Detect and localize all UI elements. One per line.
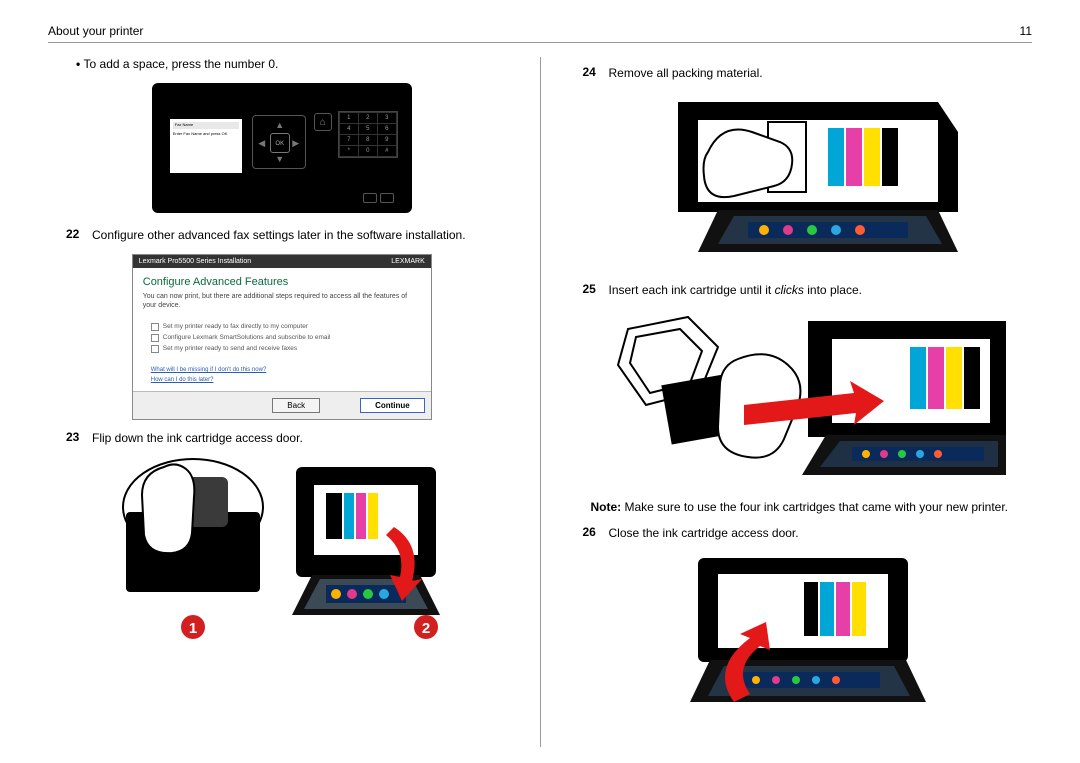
dpad-up-icon: ▲ [274, 119, 286, 131]
continue-button: Continue [360, 398, 425, 413]
page: About your printer 11 To add a space, pr… [0, 0, 1080, 763]
step-22: 22 Configure other advanced fax settings… [66, 227, 516, 244]
step-24: 24 Remove all packing material. [583, 65, 1033, 82]
step-25-number: 25 [583, 282, 601, 299]
dialog-brand: LEXMARK [391, 258, 424, 265]
checkbox-icon [151, 334, 159, 342]
keypad: 1 2 3 4 5 6 7 8 9 * 0 # [338, 111, 398, 158]
key-3: 3 [378, 113, 396, 123]
right-column: 24 Remove all packing material. [541, 57, 1033, 747]
note-four-cartridges: Note: Make sure to use the four ink cart… [591, 499, 1033, 516]
figure-step23-row: 1 [48, 457, 516, 640]
key-8: 8 [359, 135, 377, 145]
figure-close-door [565, 552, 1033, 722]
step-26: 26 Close the ink cartridge access door. [583, 525, 1033, 542]
two-column-layout: To add a space, press the number 0. Fax … [48, 57, 1032, 747]
step-26-text: Close the ink cartridge access door. [609, 525, 1033, 542]
step-22-number: 22 [66, 227, 84, 244]
figure-flip-door-printer: 2 [286, 457, 446, 640]
bullet-add-space: To add a space, press the number 0. [76, 57, 516, 71]
header-title: About your printer [48, 24, 143, 38]
dialog-link-1: What will I be missing if I don't do thi… [151, 366, 413, 376]
page-number: 11 [1020, 24, 1032, 38]
note-text: Make sure to use the four ink cartridges… [621, 500, 1008, 514]
panel-dpad-group: ▲ ▼ ◀ ▶ OK [252, 115, 306, 169]
dialog-links: What will I be missing if I don't do thi… [133, 360, 431, 391]
key-1: 1 [340, 113, 358, 123]
dialog-options: Set my printer ready to fax directly to … [133, 316, 431, 360]
dialog-subtext: You can now print, but there are additio… [133, 292, 431, 316]
screen-hint: Enter Fax Name and press OK [173, 132, 239, 137]
step-23-text: Flip down the ink cartridge access door. [92, 430, 516, 447]
key-7: 7 [340, 135, 358, 145]
dialog-titlebar: Lexmark Pro5500 Series Installation LEXM… [133, 255, 431, 268]
dialog-button-row: Back Continue [133, 391, 431, 419]
note-label: Note: [591, 500, 622, 514]
key-hash: # [378, 146, 396, 156]
key-4: 4 [340, 124, 358, 134]
step-25: 25 Insert each ink cartridge until it cl… [583, 282, 1033, 299]
step-23: 23 Flip down the ink cartridge access do… [66, 430, 516, 447]
panel-side-buttons [363, 193, 394, 203]
dialog-link-2: How can I do this later? [151, 376, 413, 386]
figure-software-dialog: Lexmark Pro5500 Series Installation LEXM… [132, 254, 432, 420]
dpad: ▲ ▼ ◀ ▶ OK [252, 115, 306, 169]
step-23-number: 23 [66, 430, 84, 447]
marker-1: 1 [189, 620, 197, 637]
figure-flip-door-hand: 1 [118, 457, 268, 640]
screen-title: Fax Name [173, 122, 239, 129]
key-star: * [340, 146, 358, 156]
dialog-heading: Configure Advanced Features [133, 268, 431, 292]
dialog-opt-1: Set my printer ready to fax directly to … [151, 323, 413, 331]
key-5: 5 [359, 124, 377, 134]
left-column: To add a space, press the number 0. Fax … [48, 57, 541, 747]
figure-remove-packing [565, 92, 1033, 272]
step-25-text: Insert each ink cartridge until it click… [609, 282, 1033, 299]
home-icon: ⌂ [314, 113, 332, 131]
dpad-down-icon: ▼ [274, 153, 286, 165]
step-24-text: Remove all packing material. [609, 65, 1033, 82]
key-2: 2 [359, 113, 377, 123]
checkbox-icon [151, 323, 159, 331]
key-6: 6 [378, 124, 396, 134]
step-26-number: 26 [583, 525, 601, 542]
figure-insert-cartridge [565, 309, 1033, 489]
step-24-number: 24 [583, 65, 601, 82]
figure-control-panel: Fax Name Enter Fax Name and press OK ▲ ▼… [152, 83, 412, 213]
dialog-opt-2: Configure Lexmark SmartSolutions and sub… [151, 334, 413, 342]
back-button: Back [272, 398, 320, 413]
ok-button: OK [270, 133, 290, 153]
panel-screen: Fax Name Enter Fax Name and press OK [170, 119, 242, 173]
dpad-left-icon: ◀ [256, 137, 268, 149]
key-0: 0 [359, 146, 377, 156]
marker-2: 2 [422, 620, 430, 637]
checkbox-icon [151, 345, 159, 353]
key-9: 9 [378, 135, 396, 145]
step-22-text: Configure other advanced fax settings la… [92, 227, 516, 244]
page-header: About your printer 11 [48, 24, 1032, 43]
dpad-right-icon: ▶ [290, 137, 302, 149]
dialog-opt-3: Set my printer ready to send and receive… [151, 345, 413, 353]
dialog-titlebar-text: Lexmark Pro5500 Series Installation [139, 258, 251, 265]
